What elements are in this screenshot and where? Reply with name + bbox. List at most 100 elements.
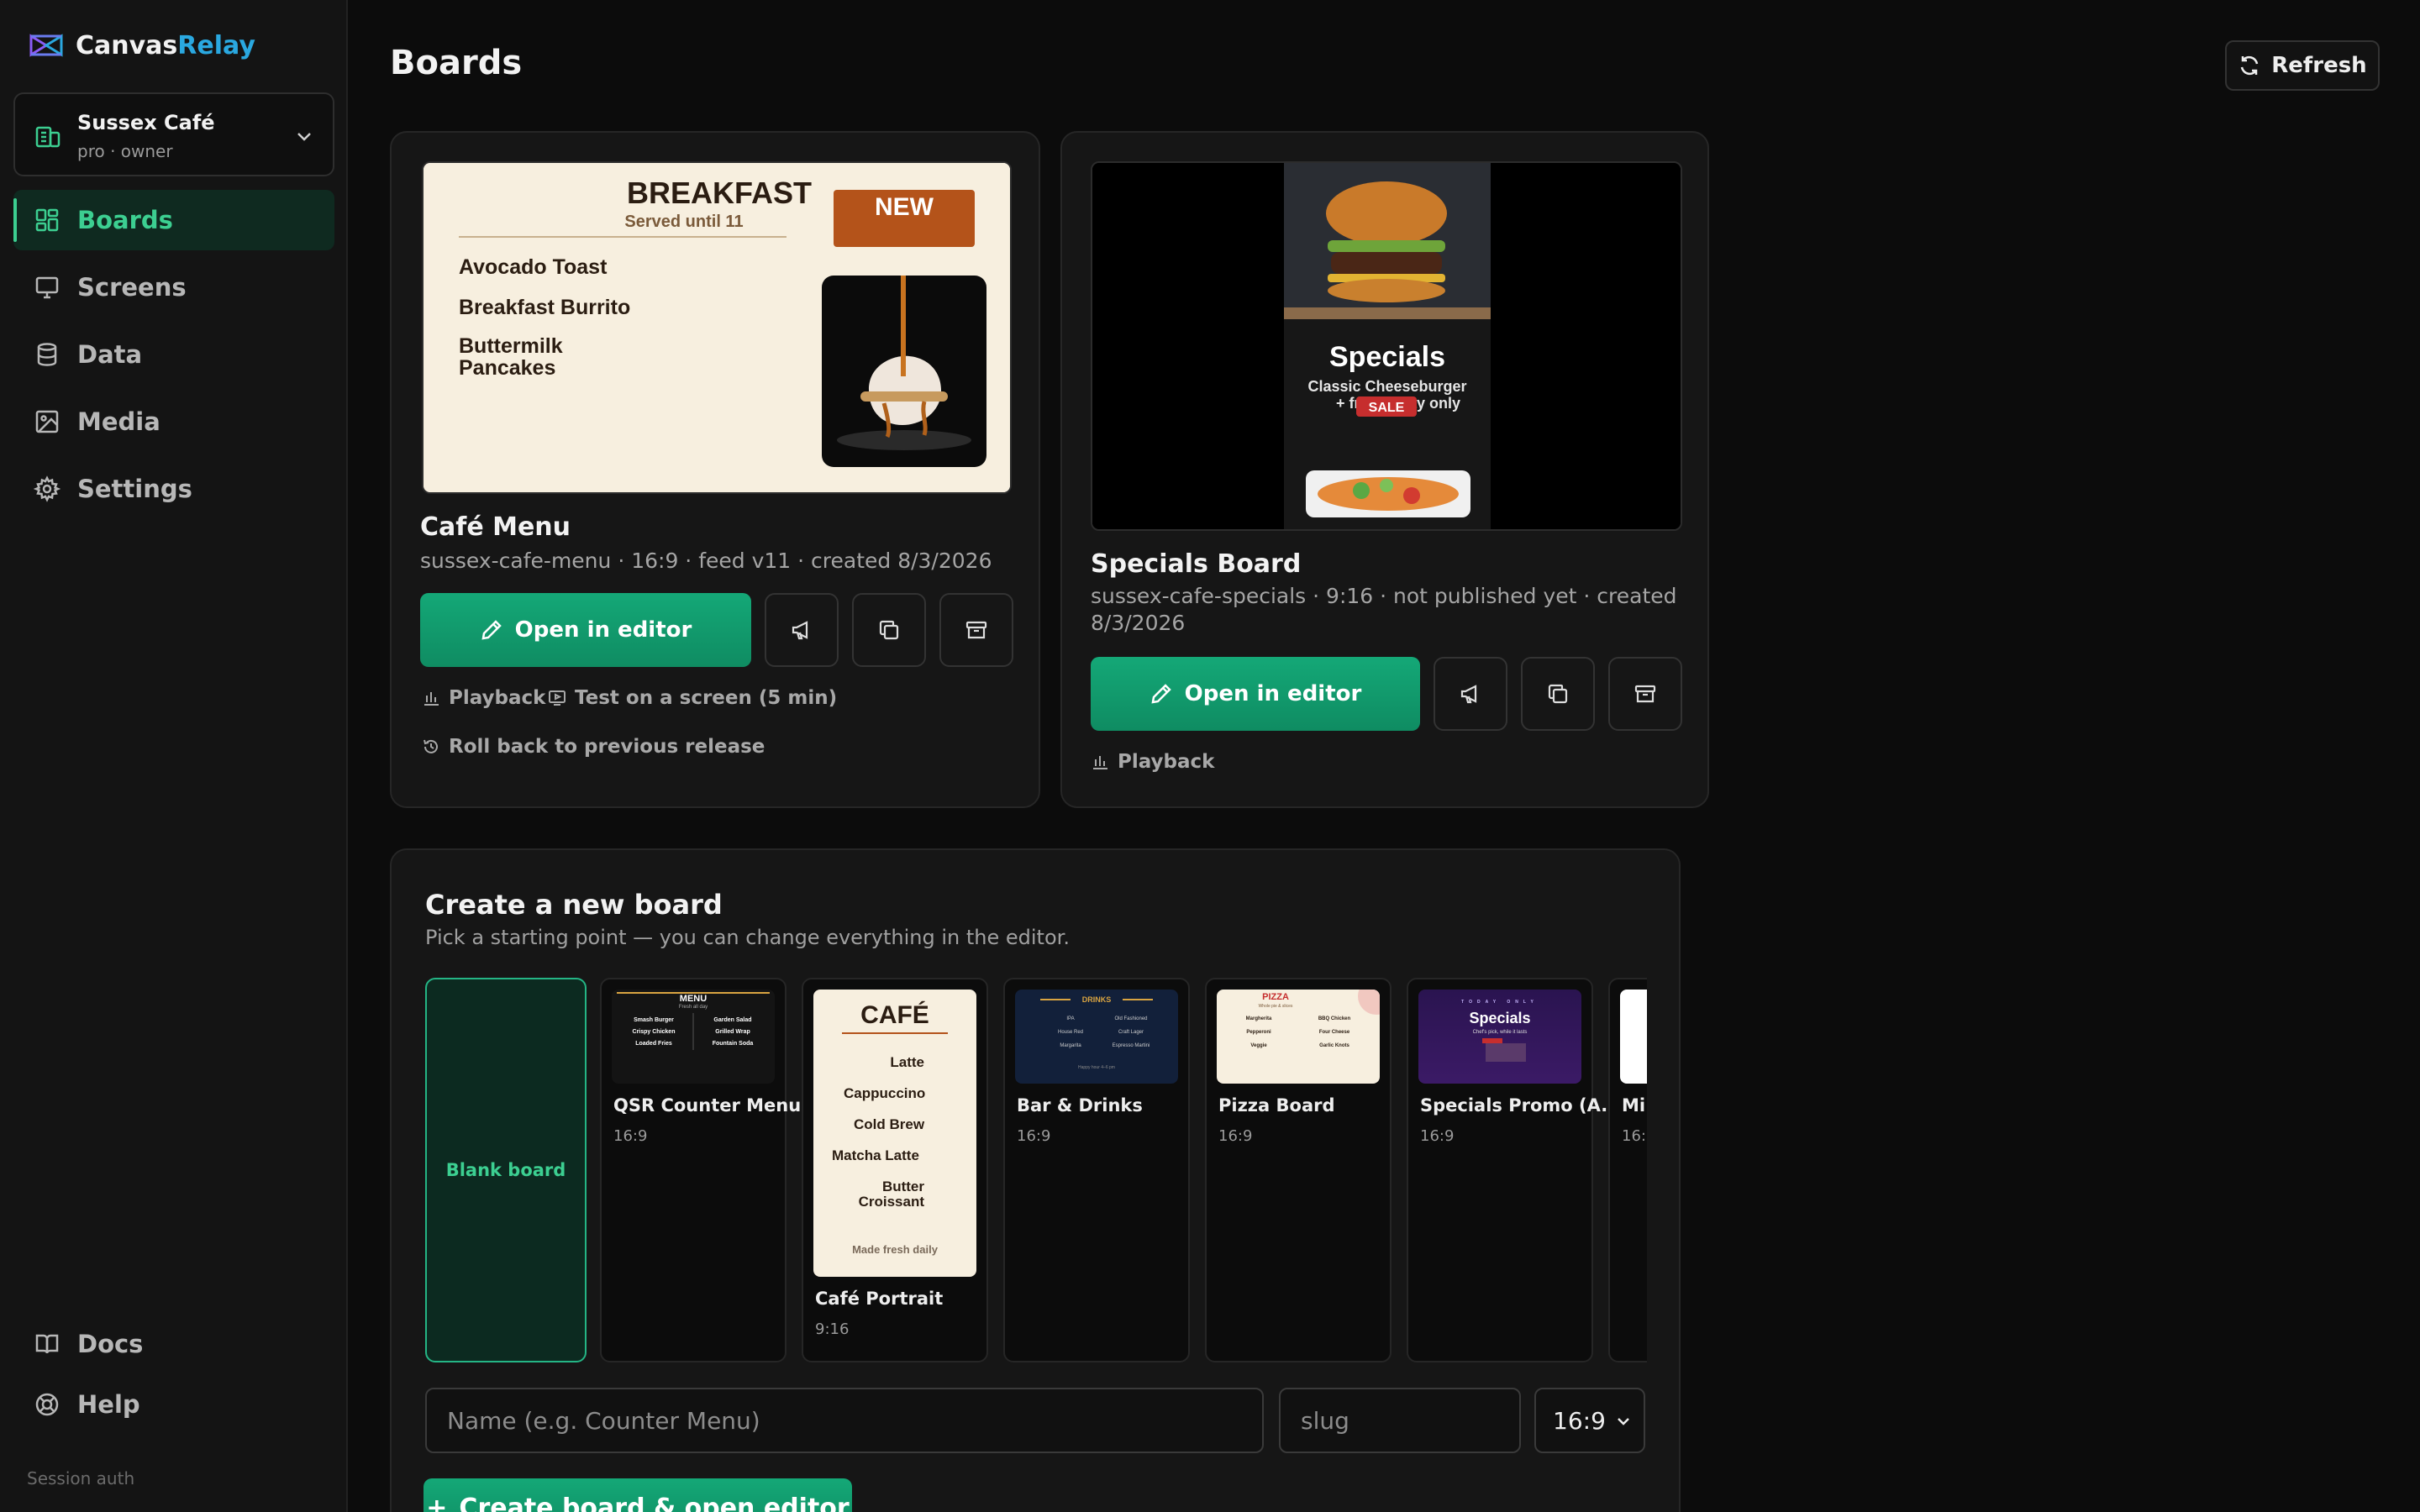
nav-item-screens[interactable]: Screens — [13, 257, 334, 318]
preview-text: Margarita — [1060, 1043, 1081, 1048]
preview-text: Cappuccino — [844, 1085, 925, 1101]
board-title: Café Menu — [420, 512, 571, 542]
template-ratio: 16:9 — [613, 1127, 648, 1145]
create-subtitle: Pick a starting point — you can change e… — [425, 926, 1070, 949]
preview-text: Smash Burger — [634, 1017, 674, 1023]
template-ratio: 16:9 — [1420, 1127, 1455, 1145]
app-logo[interactable]: CanvasRelay — [29, 27, 255, 64]
preview-text: Garden Salad — [713, 1017, 751, 1023]
pencil-icon — [481, 620, 502, 640]
preview-text: Cold Brew — [854, 1116, 925, 1132]
aspect-ratio-select[interactable]: 16:9 — [1534, 1388, 1645, 1453]
open-in-editor-button[interactable]: Open in editor — [1091, 657, 1420, 731]
org-plan: pro · owner — [77, 141, 173, 161]
announce-button[interactable] — [765, 593, 839, 667]
board-card-cafe-menu: BREAKFAST Served until 11 NEW Avocado To… — [390, 131, 1040, 808]
template-card[interactable]: CAFÉ Latte Cappuccino Cold Brew Matcha L… — [802, 978, 988, 1362]
template-preview: CAFÉ Latte Cappuccino Cold Brew Matcha L… — [813, 990, 976, 1277]
preview-text: Pepperoni — [1246, 1030, 1271, 1035]
template-card[interactable]: TODAY ONLY Specials Chef's pick, while i… — [1407, 978, 1621, 1362]
nav-label: Help — [77, 1390, 140, 1419]
open-in-editor-button[interactable]: Open in editor — [420, 593, 751, 667]
nav-label: Boards — [77, 206, 173, 234]
megaphone-icon — [792, 621, 808, 640]
template-card[interactable]: Mi 16:9 — [1608, 978, 1647, 1362]
rollback-label: Roll back to previous release — [449, 736, 765, 758]
nav-item-help[interactable]: Help — [13, 1378, 334, 1431]
preview-text: Whole pie & slices — [1259, 1004, 1293, 1009]
bar-chart-icon — [424, 692, 439, 706]
template-list[interactable]: Blank board MENU Fresh all day Smash Bur… — [425, 978, 1647, 1364]
template-card[interactable]: PIZZA Whole pie & slices Margherita Pepp… — [1205, 978, 1392, 1362]
preview-text: Fresh all day — [679, 1005, 708, 1010]
preview-text: PIZZA — [1262, 992, 1289, 1002]
playback-link[interactable]: Playback — [422, 687, 545, 709]
preview-text: Crispy Chicken — [633, 1029, 676, 1035]
nav-item-settings[interactable]: Settings — [13, 459, 334, 519]
org-switcher[interactable]: Sussex Café pro · owner — [13, 92, 334, 176]
screen-play-icon — [549, 690, 566, 706]
nav-item-docs[interactable]: Docs — [13, 1317, 334, 1371]
rollback-link[interactable]: Roll back to previous release — [422, 736, 765, 758]
board-thumbnail[interactable]: Specials Classic Cheeseburger + fr ay on… — [1091, 161, 1682, 531]
template-preview — [1620, 990, 1647, 1084]
template-ratio: 16:9 — [1017, 1127, 1051, 1145]
playback-link[interactable]: Playback — [1091, 751, 1214, 773]
select-value: 16:9 — [1553, 1406, 1606, 1435]
preview-text: DRINKS — [1082, 995, 1112, 1004]
cafe-menu-preview: BREAKFAST Served until 11 NEW Avocado To… — [424, 163, 1010, 492]
announce-button[interactable] — [1434, 657, 1507, 731]
nav-item-media[interactable]: Media — [13, 391, 334, 452]
preview-text: Matcha Latte — [832, 1147, 919, 1163]
app-name: CanvasRelay — [76, 30, 255, 60]
book-icon — [35, 1334, 59, 1354]
nav-item-boards[interactable]: Boards — [13, 190, 334, 250]
chevron-down-icon — [297, 133, 311, 141]
duplicate-button[interactable] — [852, 593, 926, 667]
preview-badge: NEW — [875, 193, 934, 221]
test-on-screen-link[interactable]: Test on a screen (5 min) — [548, 687, 837, 709]
template-name: Bar & Drinks — [1017, 1095, 1143, 1116]
preview-item: Buttermilk — [459, 334, 563, 358]
duplicate-button[interactable] — [1521, 657, 1595, 731]
preview-text: Made fresh daily — [852, 1243, 939, 1256]
archive-button[interactable] — [1608, 657, 1682, 731]
sidebar: CanvasRelay Sussex Café pro · owner Boar… — [0, 0, 348, 1512]
copy-icon — [879, 620, 899, 640]
preview-text: Happy hour 4–6 pm — [1078, 1065, 1115, 1070]
template-preview: TODAY ONLY Specials Chef's pick, while i… — [1418, 990, 1581, 1084]
template-card[interactable]: MENU Fresh all day Smash Burger Crispy C… — [600, 978, 801, 1362]
nav-item-data[interactable]: Data — [13, 324, 334, 385]
preview-text: Four Cheese — [1319, 1030, 1350, 1035]
slug-input[interactable]: slug — [1279, 1388, 1521, 1453]
org-name: Sussex Café — [77, 111, 215, 134]
building-icon — [35, 126, 60, 148]
preview-text: Garlic Knots — [1319, 1043, 1349, 1048]
main-nav: Boards Screens Data Media Settings — [13, 190, 334, 526]
archive-icon — [965, 621, 987, 639]
board-name-input[interactable]: Name (e.g. Counter Menu) — [425, 1388, 1264, 1453]
preview-text: Croissant — [859, 1194, 925, 1210]
template-preview: PIZZA Whole pie & slices Margherita Pepp… — [1217, 990, 1380, 1084]
archive-button[interactable] — [939, 593, 1013, 667]
playback-label: Playback — [449, 687, 546, 709]
template-name: Mi — [1622, 1095, 1646, 1116]
template-card[interactable]: DRINKS IPA House Red Margarita Old Fashi… — [1003, 978, 1190, 1362]
bottom-nav: Docs Help — [13, 1317, 334, 1438]
database-icon — [37, 343, 57, 366]
chevron-down-icon — [1618, 1418, 1629, 1425]
open-label: Open in editor — [1184, 681, 1362, 706]
refresh-label: Refresh — [2271, 53, 2367, 78]
template-blank[interactable]: Blank board — [425, 978, 587, 1362]
pencil-icon — [1151, 684, 1171, 704]
preview-text: Craft Lager — [1118, 1030, 1144, 1035]
create-board-button[interactable]: + Create board & open editor — [424, 1478, 852, 1512]
preview-item: Breakfast Burrito — [459, 296, 630, 319]
image-icon — [35, 410, 59, 433]
board-thumbnail[interactable]: BREAKFAST Served until 11 NEW Avocado To… — [422, 161, 1012, 494]
megaphone-icon — [1460, 685, 1477, 704]
nav-label: Docs — [77, 1330, 144, 1358]
lifebuoy-icon — [35, 1393, 59, 1416]
preview-text: Butter — [882, 1179, 924, 1194]
refresh-button[interactable]: Refresh — [2225, 40, 2380, 91]
